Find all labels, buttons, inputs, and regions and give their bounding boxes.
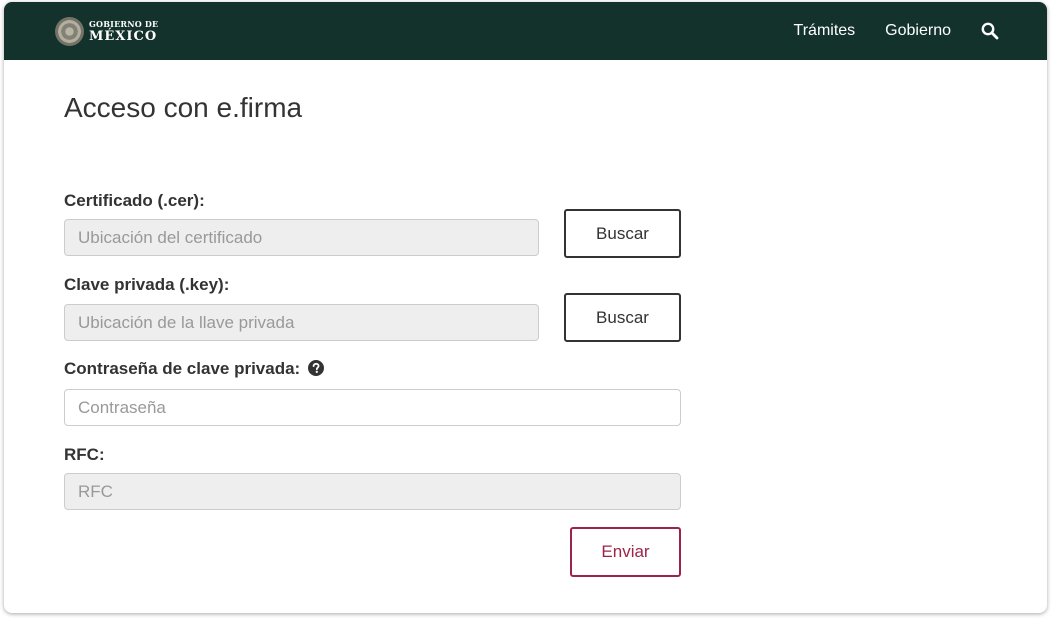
logo-line1: GOBIERNO DE: [89, 18, 159, 29]
certificate-path-input[interactable]: [64, 219, 539, 256]
certificate-browse-button[interactable]: Buscar: [564, 209, 681, 258]
password-label: Contraseña de clave privada:: [64, 359, 301, 378]
main-nav: Trámites Gobierno: [764, 2, 999, 60]
nav-link-tramites[interactable]: Trámites: [794, 22, 856, 40]
password-label-row: Contraseña de clave privada:: [64, 359, 324, 379]
login-card: GOBIERNO DE MÉXICO Trámites Gobierno Acc…: [4, 2, 1047, 613]
rfc-input[interactable]: [64, 473, 681, 510]
logo-line2: MÉXICO: [89, 28, 158, 44]
private-key-path-input[interactable]: [64, 304, 539, 341]
private-key-browse-button[interactable]: Buscar: [564, 293, 681, 342]
rfc-label: RFC:: [64, 445, 105, 464]
page-title: Acceso con e.firma: [64, 92, 303, 123]
national-seal-icon: [55, 16, 84, 46]
question-circle-icon[interactable]: [307, 360, 324, 376]
search-icon[interactable]: [981, 22, 999, 40]
password-input[interactable]: [64, 389, 681, 426]
private-key-label: Clave privada (.key):: [64, 275, 230, 294]
nav-link-gobierno[interactable]: Gobierno: [885, 22, 951, 40]
top-navbar: GOBIERNO DE MÉXICO Trámites Gobierno: [4, 2, 1047, 60]
gobierno-de-mexico-logo[interactable]: GOBIERNO DE MÉXICO: [55, 15, 158, 47]
submit-button[interactable]: Enviar: [570, 527, 681, 577]
certificate-label: Certificado (.cer):: [64, 191, 205, 210]
